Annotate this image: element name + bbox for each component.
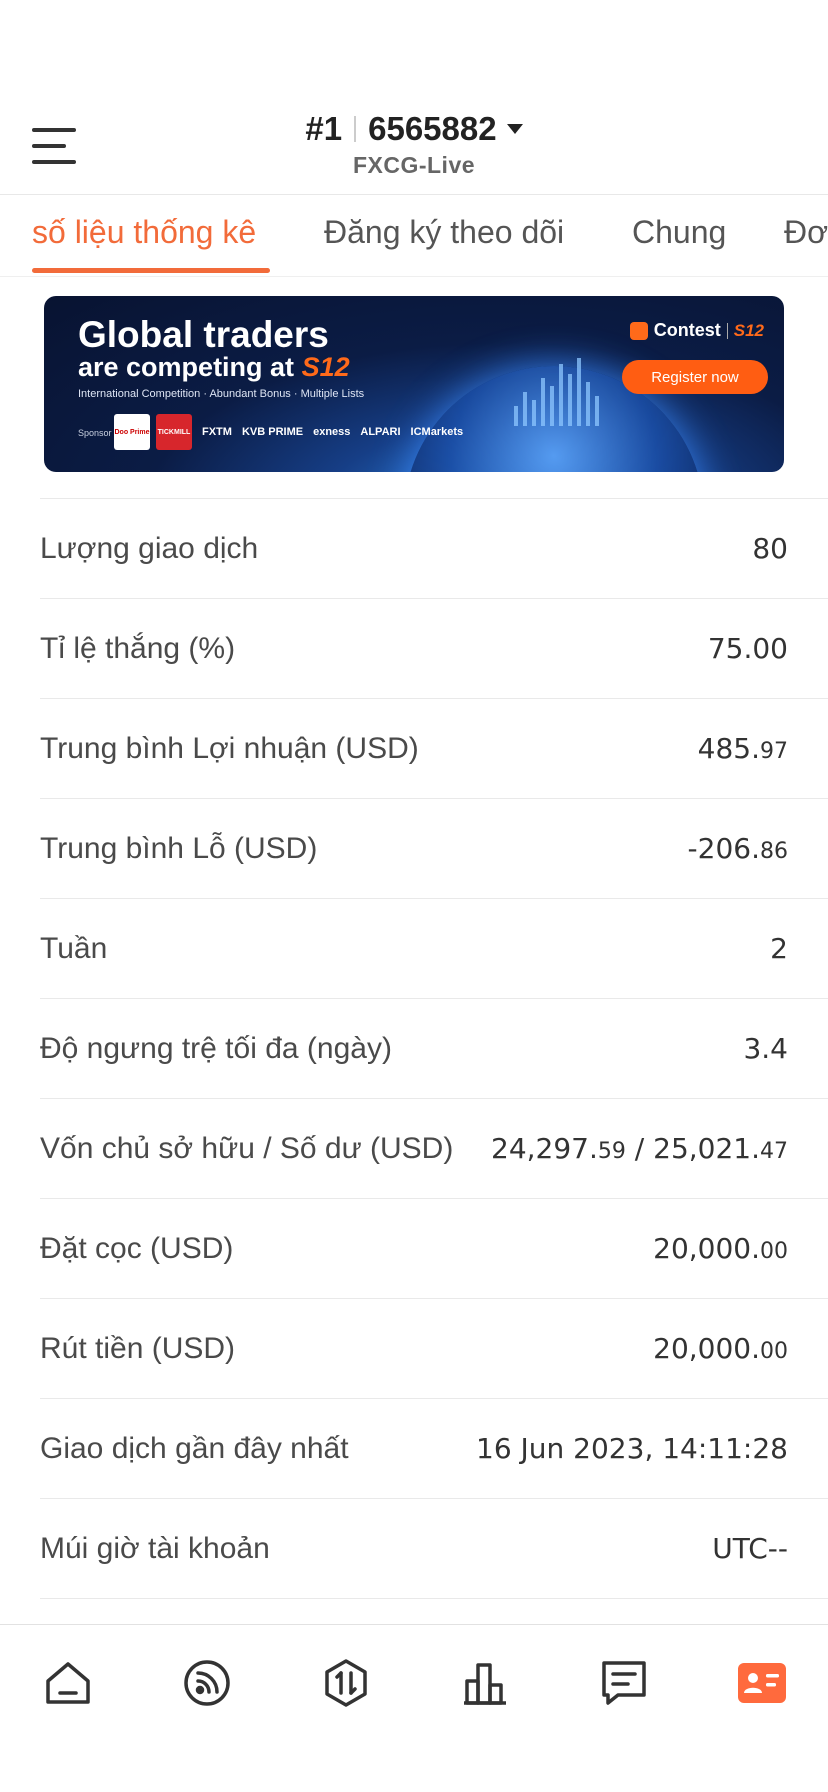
feed-icon[interactable]: [181, 1657, 233, 1709]
message-icon[interactable]: [598, 1657, 650, 1709]
home-icon[interactable]: [42, 1657, 94, 1709]
promo-banner[interactable]: Global traders are competing at S12 Inte…: [44, 296, 784, 472]
account-rank: #1: [305, 110, 343, 147]
tab-orders[interactable]: Đơn: [784, 214, 828, 251]
account-separator: [354, 116, 357, 142]
tab-subscriptions[interactable]: Đăng ký theo dõi: [324, 214, 564, 251]
stat-value: 24,297.59 / 25,021.47: [491, 1132, 788, 1165]
stat-row: Giao dịch gần đây nhất 16 Jun 2023, 14:1…: [40, 1398, 828, 1498]
sponsor-logo: ICMarkets: [410, 426, 464, 438]
stat-row: Tỉ lệ thắng (%) 75.00: [40, 598, 828, 698]
stat-label: Múi giờ tài khoản: [40, 1532, 270, 1565]
tab-general[interactable]: Chung: [632, 214, 726, 251]
stat-label: Đặt cọc (USD): [40, 1232, 234, 1265]
s12-logo: S12: [301, 352, 350, 382]
bottom-nav: [0, 1624, 828, 1792]
account-dropdown[interactable]: #1 6565882: [305, 110, 523, 148]
stat-row: Đặt cọc (USD) 20,000.00: [40, 1198, 828, 1298]
account-selector: #1 6565882 FXCG-Live: [0, 110, 828, 179]
active-tab-indicator: [32, 268, 270, 273]
tabs-divider: [0, 276, 828, 277]
sponsor-label: Sponsor: [78, 428, 112, 438]
sponsor-logo: ALPARI: [360, 426, 401, 438]
stat-label: Tuần: [40, 932, 108, 965]
stat-value: 2: [770, 932, 788, 965]
banner-subtitle: International Competition · Abundant Bon…: [78, 388, 365, 400]
stat-row: Trung bình Lợi nhuận (USD) 485.97: [40, 698, 828, 798]
server-name: FXCG-Live: [352, 152, 476, 178]
s12-logo: S12: [733, 320, 764, 340]
contest-label: Contest S12: [629, 320, 764, 341]
sponsor-logo: TICKMILL: [156, 414, 192, 450]
top-bar: #1 6565882 FXCG-Live: [0, 100, 828, 196]
banner-title: Global traders: [78, 314, 329, 355]
chart-icon[interactable]: [459, 1657, 511, 1709]
stat-label: Rút tiền (USD): [40, 1332, 236, 1365]
tab-bar: số liệu thống kê Đăng ký theo dõi Chung …: [0, 196, 828, 276]
stat-value: 20,000.00: [653, 1332, 788, 1365]
account-number: 6565882: [368, 110, 497, 147]
sponsor-logo: exness: [313, 426, 351, 438]
stat-value: UTC--: [712, 1532, 788, 1565]
stat-value: 80: [752, 532, 788, 565]
bars-graphic: [514, 356, 614, 426]
stats-list: Lượng giao dịch 80 Tỉ lệ thắng (%) 75.00…: [40, 498, 828, 1599]
stat-value: 20,000.00: [653, 1232, 788, 1265]
stat-row: Vốn chủ sở hữu / Số dư (USD) 24,297.59 /…: [40, 1098, 828, 1198]
sponsor-logo: KVB PRIME: [241, 426, 304, 438]
stat-value: 16 Jun 2023, 14:11:28: [476, 1432, 788, 1465]
header-divider: [0, 194, 828, 195]
sponsor-logos: Doo Prime TICKMILL FXTM KVB PRIME exness…: [114, 414, 463, 450]
stat-value: 75.00: [707, 632, 788, 665]
profile-card-icon[interactable]: [736, 1657, 788, 1709]
sponsor-logo: FXTM: [202, 426, 232, 438]
banner-title-line2: are competing at S12: [78, 352, 350, 382]
stat-label: Vốn chủ sở hữu / Số dư (USD): [40, 1132, 454, 1165]
stat-label: Trung bình Lỗ (USD): [40, 832, 318, 865]
divider: [726, 322, 728, 339]
tab-statistics[interactable]: số liệu thống kê: [32, 214, 256, 251]
stat-row: Tuần 2: [40, 898, 828, 998]
sponsor-logo: Doo Prime: [114, 414, 150, 450]
stat-row: Lượng giao dịch 80: [40, 498, 828, 598]
stat-row: Rút tiền (USD) 20,000.00: [40, 1298, 828, 1398]
stat-value: 485.97: [697, 732, 788, 765]
stat-row: Múi giờ tài khoản UTC--: [40, 1498, 828, 1598]
stat-label: Lượng giao dịch: [40, 532, 259, 565]
stat-label: Giao dịch gần đây nhất: [40, 1432, 349, 1465]
stat-label: Trung bình Lợi nhuận (USD): [40, 732, 419, 765]
stat-label: Tỉ lệ thắng (%): [40, 632, 236, 665]
register-now-button[interactable]: Register now: [622, 360, 768, 394]
trade-icon[interactable]: [320, 1657, 372, 1709]
chevron-down-icon: [506, 124, 523, 134]
contest-logo-icon: [629, 321, 648, 340]
stat-value: -206.86: [687, 832, 788, 865]
stat-row: Trung bình Lỗ (USD) -206.86: [40, 798, 828, 898]
stat-label: Độ ngưng trệ tối đa (ngày): [40, 1032, 392, 1065]
stat-value: 3.4: [743, 1032, 788, 1065]
contest-text: Contest: [653, 320, 721, 340]
stat-row: Độ ngưng trệ tối đa (ngày) 3.4: [40, 998, 828, 1098]
